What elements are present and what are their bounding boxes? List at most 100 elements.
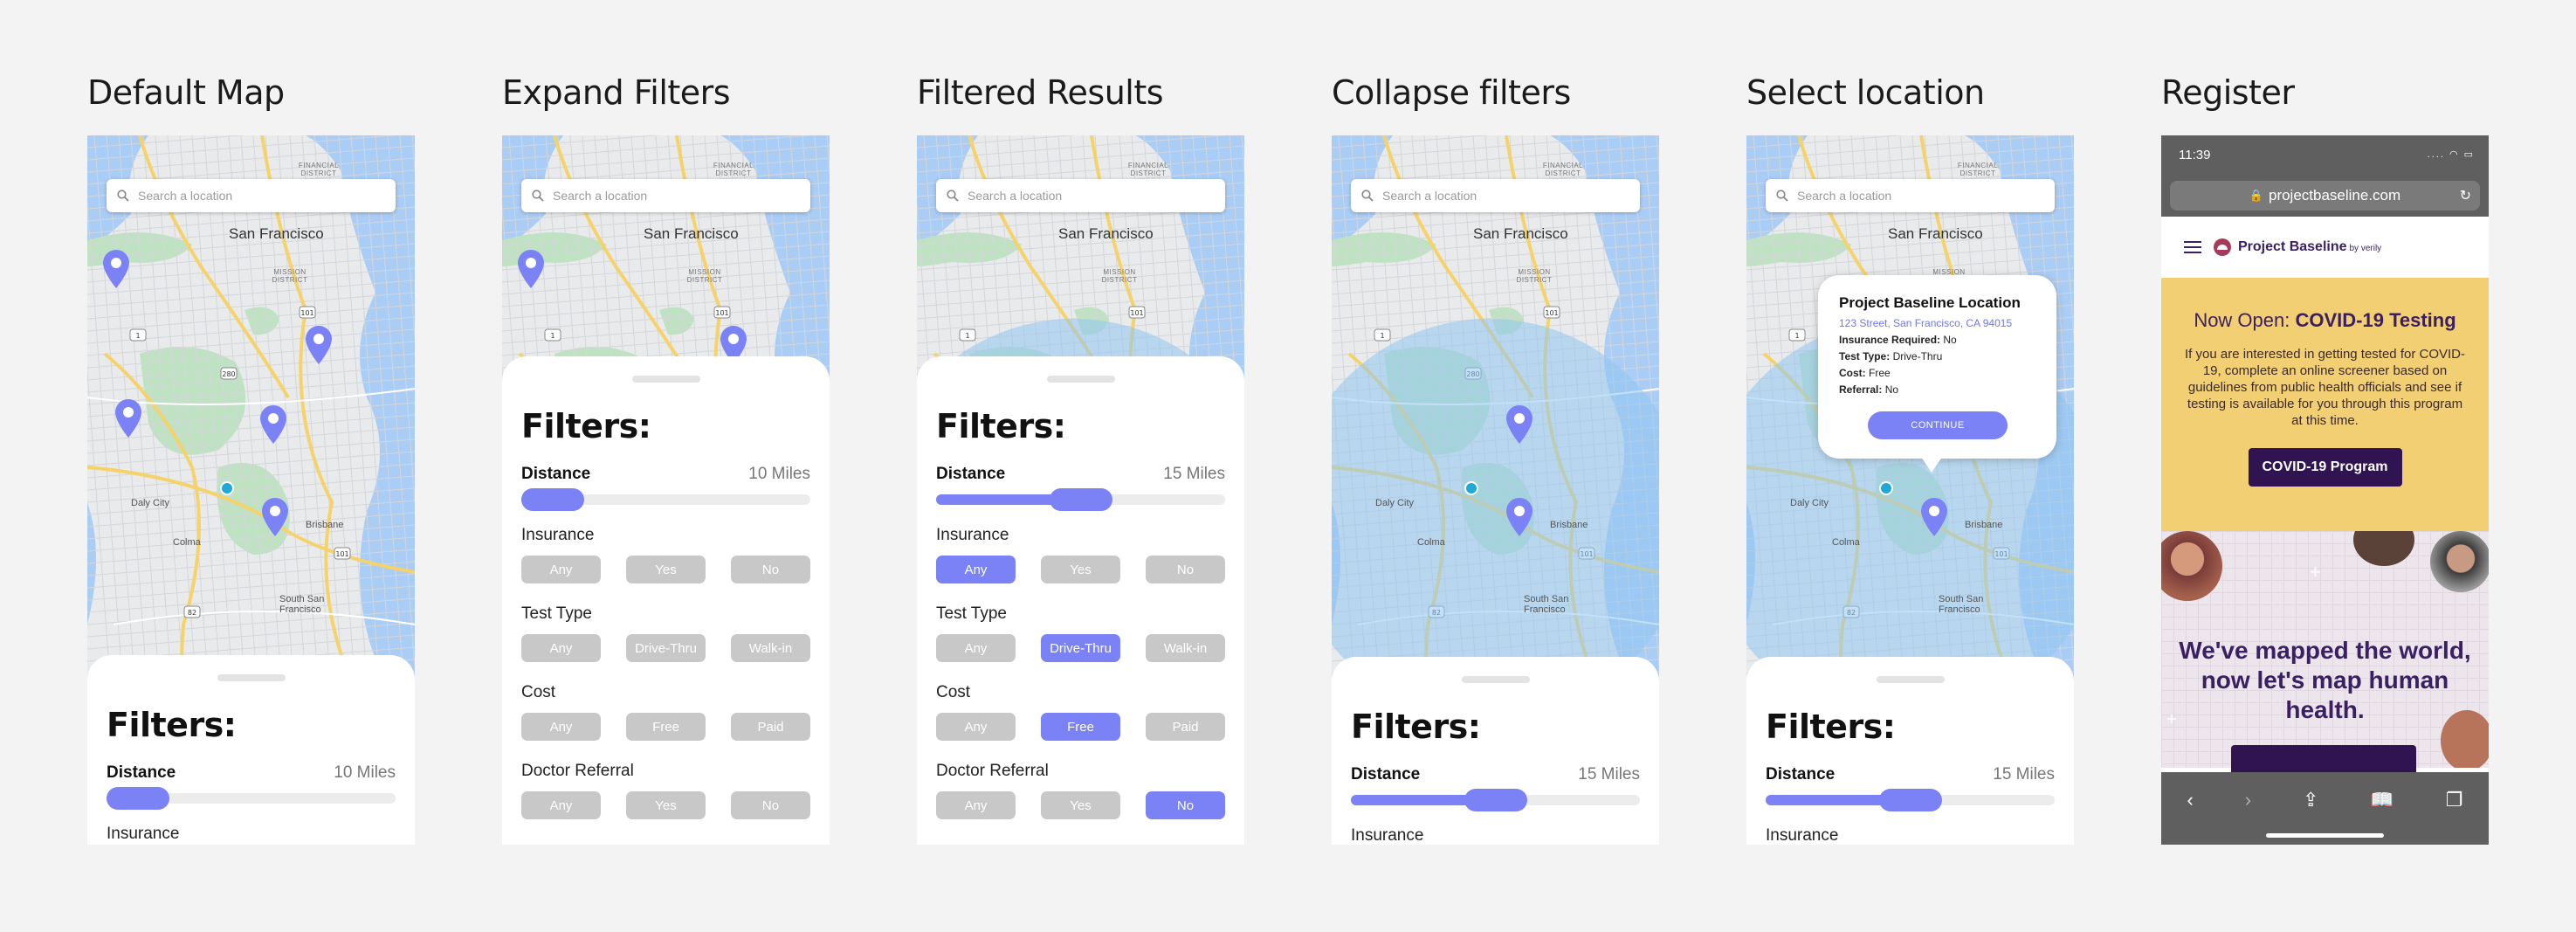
test-type-option-drive-thru[interactable]: Drive-Thru <box>626 634 706 662</box>
cost-option-free[interactable]: Free <box>1041 713 1120 741</box>
map-label-south-san-francisco: South San Francisco <box>1524 594 1569 615</box>
location-pin-icon[interactable] <box>1921 498 1947 541</box>
location-pin-icon[interactable] <box>306 326 332 369</box>
test-type-option-any[interactable]: Any <box>521 634 601 662</box>
brand-name[interactable]: Project Baseline by verily <box>2238 239 2381 255</box>
route-shield: 1 <box>135 332 140 340</box>
cost-option-paid[interactable]: Paid <box>1146 713 1225 741</box>
sheet-drag-handle[interactable] <box>1046 376 1115 383</box>
cost-option-paid[interactable]: Paid <box>731 713 810 741</box>
test-type-options: Any Drive-Thru Walk-in <box>936 634 1225 662</box>
site-header: Project Baseline by verily <box>2161 217 2489 278</box>
distance-slider[interactable] <box>107 787 396 810</box>
referral-option-no[interactable]: No <box>1146 791 1225 819</box>
referral-option-no[interactable]: No <box>731 791 810 819</box>
cost-option-any[interactable]: Any <box>936 713 1016 741</box>
search-input[interactable]: Search a location <box>1351 179 1640 212</box>
url-field[interactable]: 🔒 projectbaseline.com ↻ <box>2170 181 2480 211</box>
sheet-drag-handle[interactable] <box>1876 676 1945 683</box>
test-type-label: Test Type <box>936 604 1007 623</box>
search-input[interactable]: Search a location <box>107 179 396 212</box>
distance-slider[interactable] <box>936 488 1225 511</box>
search-input[interactable]: Search a location <box>936 179 1225 212</box>
referral-option-yes[interactable]: Yes <box>1041 791 1120 819</box>
referral-option-any[interactable]: Any <box>936 791 1016 819</box>
filters-title: Filters: <box>1766 708 1896 746</box>
hero-bold: COVID-19 Testing <box>2295 309 2456 331</box>
cost-option-free[interactable]: Free <box>626 713 706 741</box>
map-label-south-san-francisco: South San Francisco <box>1939 594 1984 615</box>
frame-title: Collapse filters <box>1332 73 1571 112</box>
distance-label: Distance <box>936 465 1006 483</box>
sheet-drag-handle[interactable] <box>1461 676 1530 683</box>
distance-slider-handle[interactable] <box>1464 789 1527 811</box>
map-label-san-francisco: San Francisco <box>1888 225 1983 242</box>
frame-title: Default Map <box>87 73 285 112</box>
share-icon[interactable]: ⇪ <box>2303 789 2318 811</box>
insurance-option-no[interactable]: No <box>731 556 810 583</box>
map-label-mission-district: MISSION DISTRICT <box>1101 268 1138 284</box>
distance-value: 15 Miles <box>1578 765 1640 784</box>
search-icon <box>947 190 959 202</box>
covid-program-button[interactable]: COVID-19 Program <box>2248 448 2402 487</box>
test-type-option-drive-thru[interactable]: Drive-Thru <box>1041 634 1120 662</box>
search-input[interactable]: Search a location <box>521 179 810 212</box>
referral-option-any[interactable]: Any <box>521 791 601 819</box>
map-label-brisbane: Brisbane <box>1965 520 2003 530</box>
referral-option-yes[interactable]: Yes <box>626 791 706 819</box>
test-type-option-walk-in[interactable]: Walk-in <box>1146 634 1225 662</box>
route-shield: 1 <box>550 332 554 340</box>
phone-default: 101128010182101280San FranciscoFINANCIAL… <box>87 135 415 845</box>
map-label-financial-district: FINANCIAL DISTRICT <box>1957 162 1999 177</box>
route-shield: 101 <box>1130 309 1143 317</box>
frame-title: Expand Filters <box>502 73 731 112</box>
forward-icon[interactable]: › <box>2245 789 2251 811</box>
distance-slider-handle[interactable] <box>107 787 169 810</box>
location-pin-icon[interactable] <box>518 250 544 293</box>
distance-slider[interactable] <box>521 488 810 511</box>
distance-slider[interactable] <box>1766 789 2055 811</box>
location-pin-icon[interactable] <box>260 405 286 448</box>
location-pin-icon[interactable] <box>262 498 288 541</box>
filters-title: Filters: <box>107 706 237 744</box>
location-pin-icon[interactable] <box>115 399 141 442</box>
insurance-options: Any Yes No <box>521 556 810 583</box>
route-shield: 280 <box>222 370 235 378</box>
insurance-option-any[interactable]: Any <box>936 556 1016 583</box>
map-label-financial-district: FINANCIAL DISTRICT <box>1127 162 1169 177</box>
map-label-brisbane: Brisbane <box>1550 520 1588 530</box>
tabs-icon[interactable]: ❐ <box>2446 789 2463 811</box>
location-pin-icon[interactable] <box>1506 498 1533 541</box>
back-icon[interactable]: ‹ <box>2187 789 2193 811</box>
insurance-option-yes[interactable]: Yes <box>626 556 706 583</box>
test-type-option-any[interactable]: Any <box>936 634 1016 662</box>
sheet-drag-handle[interactable] <box>217 674 286 681</box>
location-pin-icon[interactable] <box>103 250 129 293</box>
map-label-brisbane: Brisbane <box>306 520 344 530</box>
popup-address[interactable]: 123 Street, San Francisco, CA 94015 <box>1839 317 2035 329</box>
distance-slider-handle[interactable] <box>1050 488 1112 511</box>
insurance-option-any[interactable]: Any <box>521 556 601 583</box>
reload-icon[interactable]: ↻ <box>2460 187 2471 204</box>
search-input[interactable]: Search a location <box>1766 179 2055 212</box>
popup-test-type: Test Type: Drive-Thru <box>1839 350 1943 362</box>
referral-options: Any Yes No <box>936 791 1225 819</box>
frame-title: Register <box>2161 73 2295 112</box>
distance-slider-handle[interactable] <box>1879 789 1942 811</box>
continue-button[interactable]: CONTINUE <box>1868 411 2008 439</box>
distance-slider-handle[interactable] <box>521 488 584 511</box>
signal-wifi-battery-icon: .... ◠ ▭ <box>2427 149 2475 160</box>
hamburger-menu-icon[interactable] <box>2184 241 2201 253</box>
photo-mosaic: + + We've mapped the world, now let's map … <box>2161 531 2489 768</box>
insurance-option-no[interactable]: No <box>1146 556 1225 583</box>
cost-option-any[interactable]: Any <box>521 713 601 741</box>
sheet-drag-handle[interactable] <box>631 376 700 383</box>
location-popup: Project Baseline Location 123 Street, San… <box>1818 275 2056 473</box>
hero-text: If you are interested in getting tested … <box>2185 347 2465 428</box>
search-placeholder: Search a location <box>1382 189 1477 203</box>
distance-slider[interactable] <box>1351 789 1640 811</box>
test-type-option-walk-in[interactable]: Walk-in <box>731 634 810 662</box>
location-pin-icon[interactable] <box>1506 405 1533 448</box>
bookmarks-icon[interactable]: 📖 <box>2370 789 2393 811</box>
insurance-option-yes[interactable]: Yes <box>1041 556 1120 583</box>
